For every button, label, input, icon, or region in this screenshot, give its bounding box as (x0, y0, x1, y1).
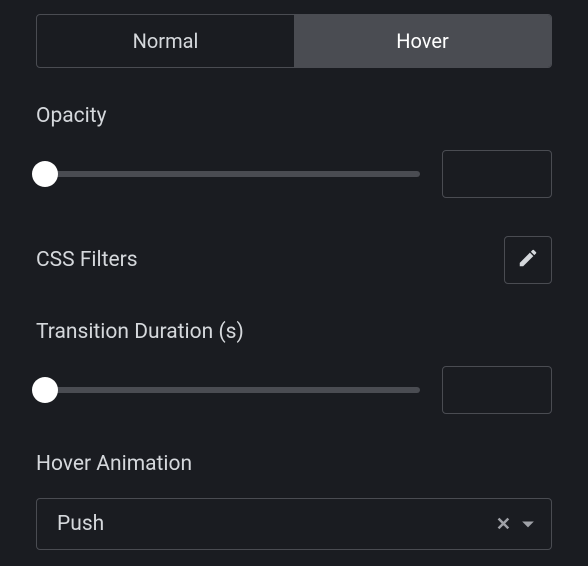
opacity-input[interactable] (442, 150, 552, 198)
state-tabs: Normal Hover (36, 14, 552, 68)
css-filters-edit-button[interactable] (504, 236, 552, 284)
opacity-slider-thumb[interactable] (32, 161, 58, 187)
transition-duration-slider[interactable] (36, 378, 420, 402)
select-icons: ✕ (496, 514, 535, 535)
hover-animation-select[interactable]: Push ✕ (36, 498, 552, 550)
tab-normal[interactable]: Normal (37, 15, 294, 67)
hover-animation-value: Push (57, 512, 104, 536)
hover-animation-label: Hover Animation (36, 452, 552, 476)
opacity-label: Opacity (36, 104, 552, 128)
transition-duration-label: Transition Duration (s) (36, 320, 552, 344)
opacity-row (36, 150, 552, 198)
css-filters-label: CSS Filters (36, 248, 138, 272)
tab-hover[interactable]: Hover (294, 15, 551, 67)
pencil-icon (517, 247, 539, 273)
transition-duration-slider-thumb[interactable] (32, 377, 58, 403)
transition-duration-input[interactable] (442, 366, 552, 414)
caret-down-icon (521, 515, 535, 534)
css-filters-row: CSS Filters (36, 236, 552, 284)
transition-duration-row (36, 366, 552, 414)
opacity-slider-track (36, 171, 420, 177)
transition-duration-slider-track (36, 387, 420, 393)
opacity-slider[interactable] (36, 162, 420, 186)
clear-icon[interactable]: ✕ (496, 514, 511, 535)
